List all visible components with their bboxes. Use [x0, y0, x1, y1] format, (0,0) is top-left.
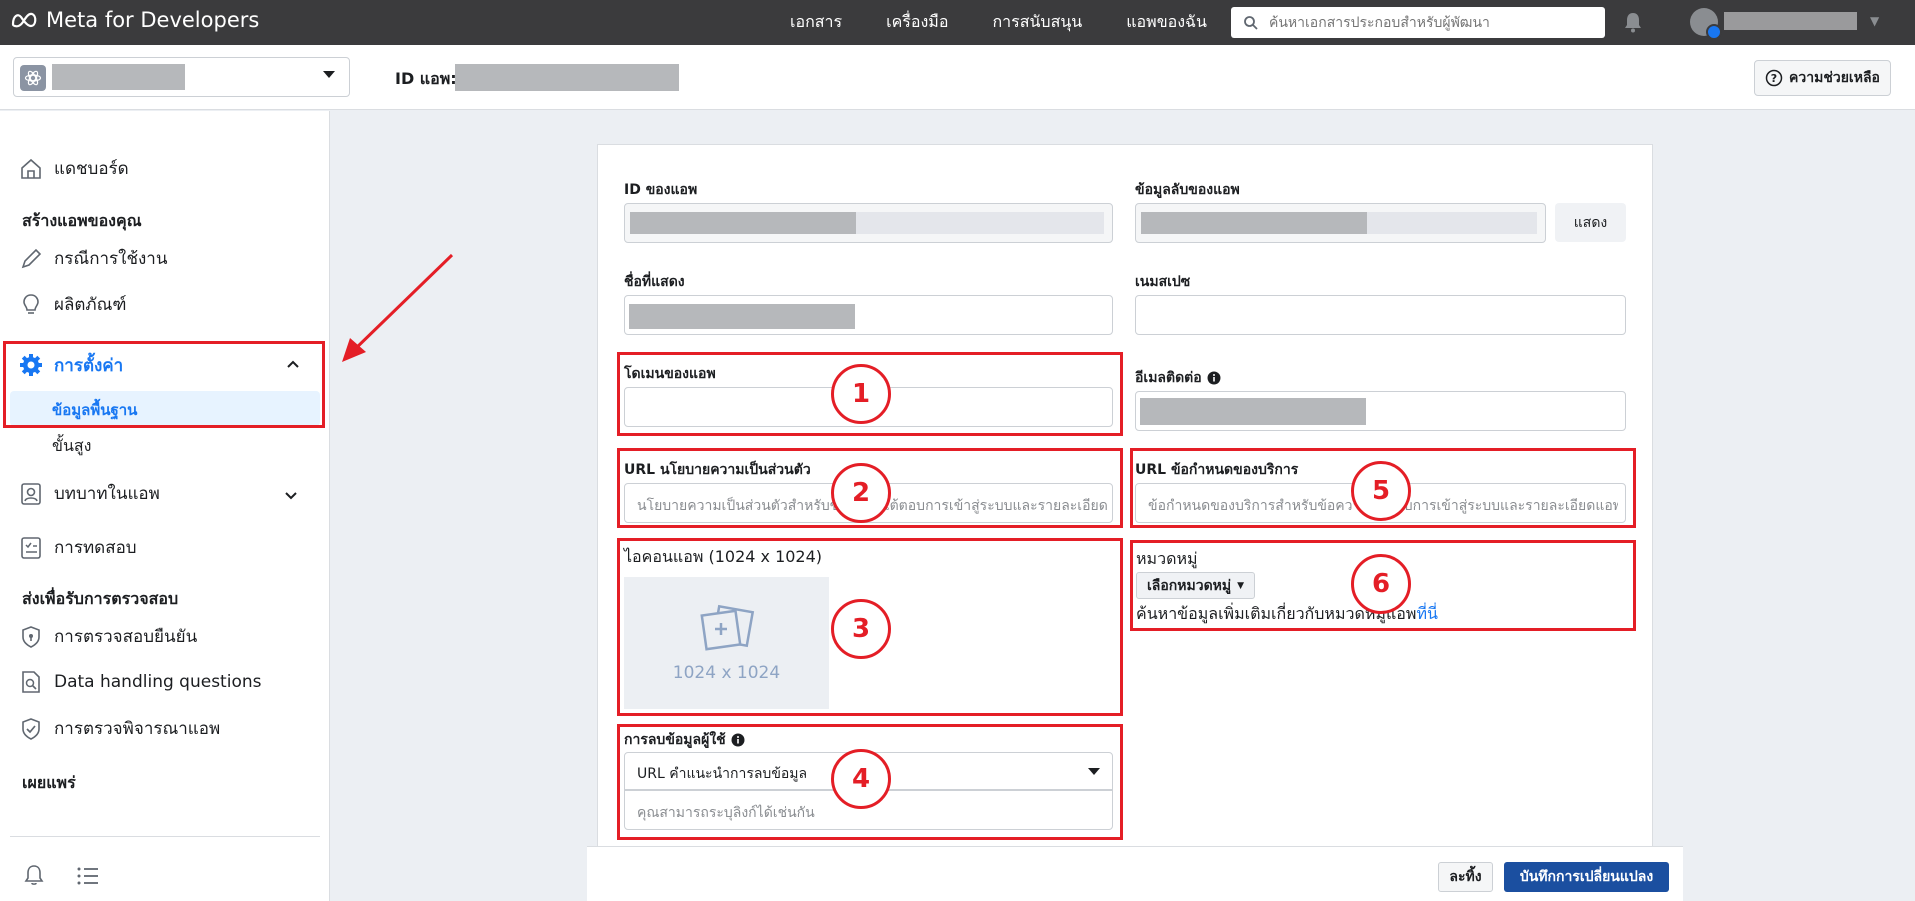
- person-badge-icon: [21, 482, 41, 505]
- sidebar-item-label: กรณีการใช้งาน: [54, 249, 168, 269]
- annotation-number-6: 6: [1351, 554, 1411, 614]
- app-id-label: ID แอพ:: [395, 69, 457, 88]
- list-icon[interactable]: [76, 865, 100, 887]
- redaction-bar: [1140, 398, 1366, 425]
- app-id-field-label: ID ของแอพ: [624, 182, 698, 198]
- sidebar-item-verification[interactable]: การตรวจสอบยืนยัน: [18, 623, 197, 650]
- top-nav-links: เอกสาร เครื่องมือ การสนับสนุน แอพของฉัน: [790, 0, 1251, 45]
- user-avatar[interactable]: [1690, 8, 1722, 40]
- meta-developers-logo[interactable]: Meta for Developers: [10, 8, 259, 32]
- meta-infinity-icon: [11, 12, 37, 28]
- chevron-down-icon: [323, 71, 335, 78]
- save-changes-button[interactable]: บันทึกการเปลี่ยนแปลง: [1504, 862, 1669, 892]
- pencil-icon: [21, 248, 42, 268]
- sidebar-item-label: Data handling questions: [54, 672, 262, 692]
- contact-email-label-row: อีเมลติดต่อ: [1135, 367, 1221, 389]
- home-icon: [21, 158, 41, 179]
- sidebar-item-dashboard[interactable]: แดชบอร์ด: [18, 155, 129, 182]
- document-search-icon: [22, 671, 40, 693]
- question-circle-icon: ?: [1765, 69, 1783, 87]
- annotation-number-5: 5: [1351, 461, 1411, 521]
- annotation-number-3: 3: [831, 599, 891, 659]
- sidebar-item-use-cases[interactable]: กรณีการใช้งาน: [18, 245, 167, 272]
- app-selector-dropdown[interactable]: [13, 57, 350, 97]
- nav-tools[interactable]: เครื่องมือ: [886, 10, 948, 35]
- sidebar-item-app-roles[interactable]: บทบาทในแอพ: [18, 480, 160, 507]
- sidebar-item-app-review[interactable]: การตรวจพิจารณาแอพ: [18, 715, 220, 742]
- brand-text: Meta for Developers: [46, 8, 260, 32]
- username-redacted: [1724, 12, 1857, 30]
- section-publish: เผยแพร่: [22, 773, 76, 792]
- svg-text:?: ?: [1771, 72, 1777, 85]
- app-name-redacted: [52, 64, 185, 90]
- search-input[interactable]: [1269, 14, 1589, 31]
- info-icon[interactable]: [1207, 371, 1221, 385]
- app-gear-icon: [20, 65, 46, 91]
- contact-email-field-label: อีเมลติดต่อ: [1135, 370, 1202, 386]
- annotation-number-1: 1: [831, 364, 891, 424]
- app-secret-field[interactable]: [1135, 203, 1546, 243]
- redaction-bar: [629, 304, 855, 329]
- section-build: สร้างแอพของคุณ: [22, 211, 142, 230]
- app-id-value-redacted: [455, 64, 679, 91]
- settings-highlight-box: [3, 341, 325, 428]
- shield-check-icon: [22, 717, 40, 740]
- bell-icon[interactable]: [22, 863, 46, 887]
- sidebar-item-label: แดชบอร์ด: [54, 159, 129, 179]
- sidebar-item-label: การทดสอบ: [54, 538, 137, 558]
- app-subheader: ID แอพ: ? ความช่วยเหลือ: [0, 45, 1915, 110]
- sidebar: แดชบอร์ด สร้างแอพของคุณ กรณีการใช้งาน ผล…: [0, 111, 330, 901]
- namespace-field[interactable]: [1135, 295, 1626, 335]
- display-name-field-label: ชื่อที่แสดง: [624, 274, 685, 290]
- sidebar-item-label: ผลิตภัณฑ์: [54, 295, 127, 315]
- shield-keyhole-icon: [22, 625, 40, 648]
- search-icon: [1244, 15, 1258, 30]
- section-review: ส่งเพื่อรับการตรวจสอบ: [22, 589, 179, 608]
- discard-button[interactable]: ละทิ้ง: [1438, 862, 1493, 892]
- sidebar-divider: [10, 836, 320, 837]
- annotation-arrow-icon: [342, 253, 454, 362]
- app-secret-field-label: ข้อมูลลับของแอพ: [1135, 182, 1240, 198]
- sidebar-item-products[interactable]: ผลิตภัณฑ์: [18, 291, 127, 318]
- nav-my-apps[interactable]: แอพของฉัน: [1126, 10, 1207, 35]
- contact-email-field[interactable]: [1135, 391, 1626, 431]
- app-id-field[interactable]: [624, 203, 1113, 243]
- facebook-badge-icon: [1706, 24, 1722, 40]
- top-navigation-bar: Meta for Developers เอกสาร เครื่องมือ กา…: [0, 0, 1915, 45]
- lightbulb-icon: [23, 293, 39, 314]
- sidebar-item-data-handling[interactable]: Data handling questions: [18, 669, 261, 695]
- redaction-bar: [630, 212, 856, 234]
- help-button[interactable]: ? ความช่วยเหลือ: [1754, 60, 1891, 96]
- account-caret-icon[interactable]: ▼: [1870, 14, 1879, 28]
- show-secret-button[interactable]: แสดง: [1555, 203, 1626, 242]
- sidebar-item-label: การตรวจสอบยืนยัน: [54, 627, 198, 647]
- help-label: ความช่วยเหลือ: [1789, 70, 1880, 86]
- annotation-number-4: 4: [831, 749, 891, 809]
- sidebar-item-label: บทบาทในแอพ: [54, 484, 160, 504]
- sidebar-item-testing[interactable]: การทดสอบ: [18, 534, 137, 561]
- notification-bell-icon[interactable]: [1622, 11, 1644, 37]
- namespace-field-label: เนมสเปซ: [1135, 274, 1191, 290]
- sidebar-item-label: การตรวจพิจารณาแอพ: [54, 719, 221, 739]
- checklist-icon: [21, 536, 41, 559]
- annotation-number-2: 2: [831, 463, 891, 523]
- top-search-box[interactable]: [1231, 7, 1605, 38]
- nav-docs[interactable]: เอกสาร: [790, 10, 842, 35]
- redaction-bar: [1141, 212, 1367, 234]
- display-name-field[interactable]: [624, 295, 1113, 335]
- sidebar-item-advanced[interactable]: ขั้นสูง: [52, 434, 91, 459]
- chevron-down-icon[interactable]: [284, 489, 298, 503]
- nav-support[interactable]: การสนับสนุน: [992, 10, 1082, 35]
